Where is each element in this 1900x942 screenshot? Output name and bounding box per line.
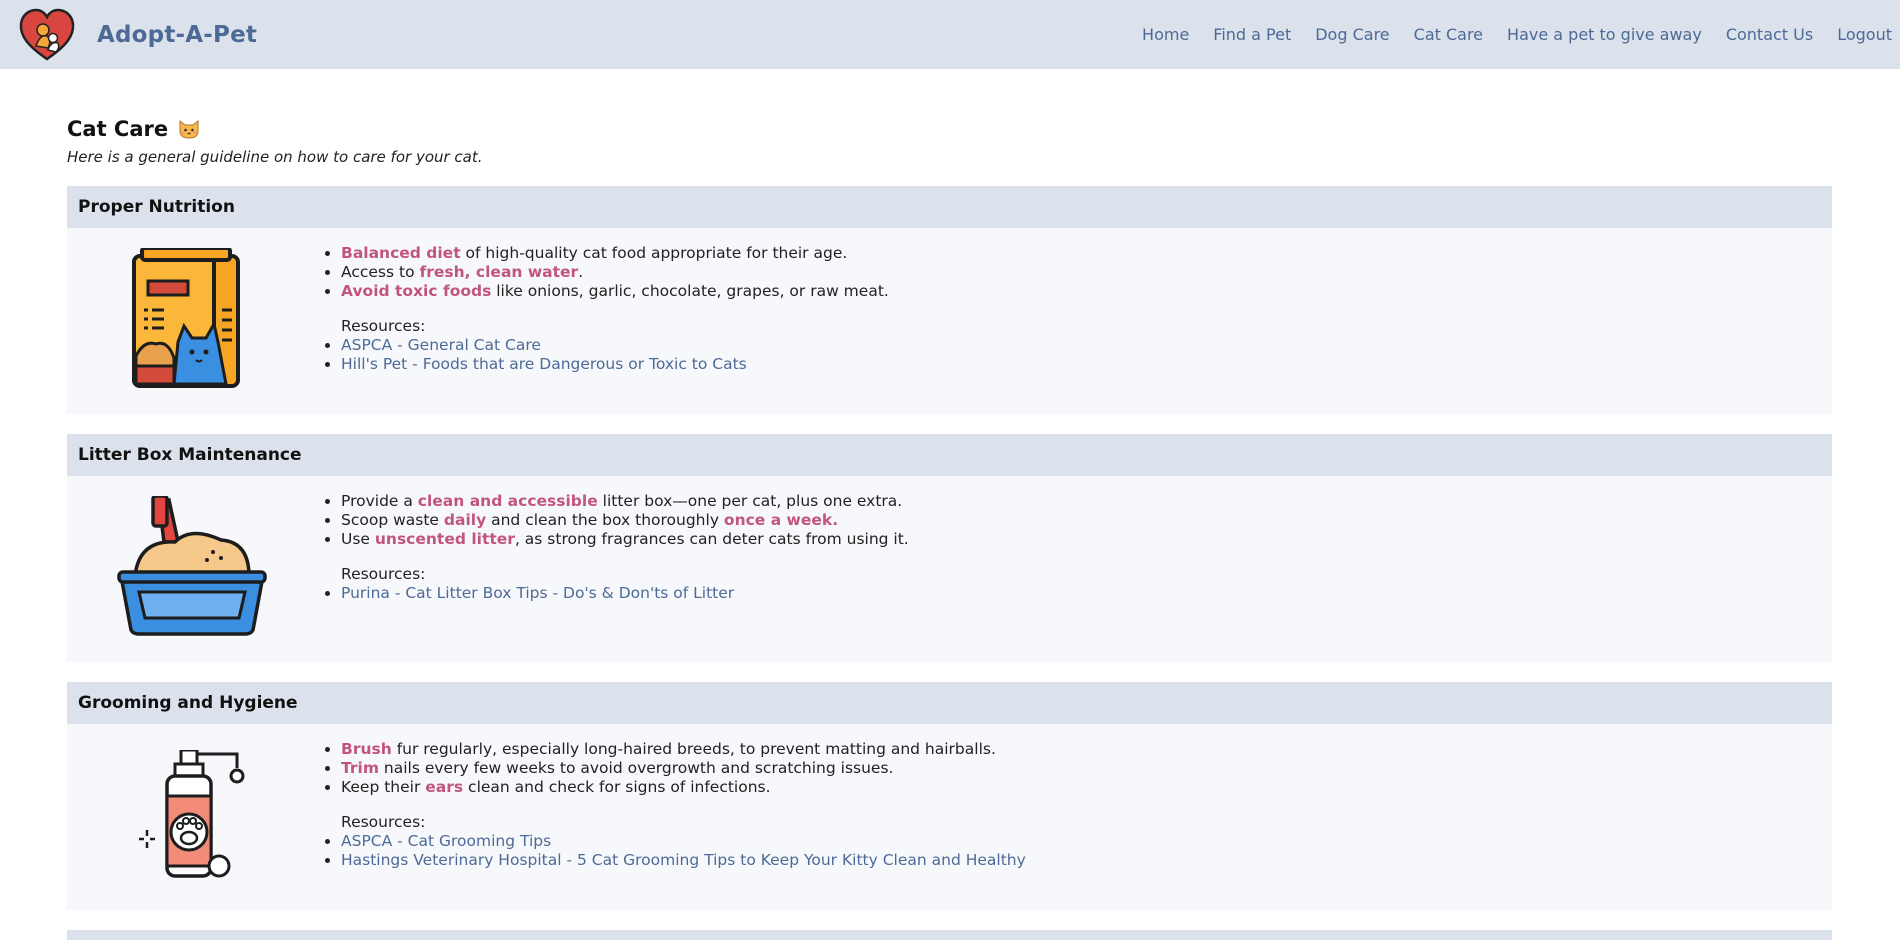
list-item: Avoid toxic foods like onions, garlic, c… (341, 282, 889, 301)
resource-link[interactable]: Hastings Veterinary Hospital - 5 Cat Gro… (341, 851, 1026, 869)
resource-links: Purina - Cat Litter Box Tips - Do's & Do… (321, 584, 909, 603)
highlight-text: once a week (723, 511, 833, 529)
cat-face-icon (179, 119, 199, 139)
list-item: Balanced diet of high-quality cat food a… (341, 244, 889, 263)
brand-name: Adopt-A-Pet (97, 21, 258, 48)
highlight-text: Avoid toxic foods (341, 282, 492, 300)
section-title: Grooming and Hygiene (67, 682, 1832, 724)
list-item: Keep their ears clean and check for sign… (341, 778, 1026, 797)
tip-text: Use (341, 530, 375, 548)
section-content: Brush fur regularly, especially long-hai… (321, 724, 1026, 910)
tips-list: Brush fur regularly, especially long-hai… (321, 740, 1026, 797)
tip-text: of high-quality cat food appropriate for… (460, 244, 848, 262)
page-subtitle: Here is a general guideline on how to ca… (67, 148, 483, 166)
highlight-text: daily (443, 511, 487, 529)
list-item: Hastings Veterinary Hospital - 5 Cat Gro… (341, 851, 1026, 870)
list-item: Brush fur regularly, especially long-hai… (341, 740, 1026, 759)
litter-box-icon (117, 496, 267, 636)
nav-cat-care[interactable]: Cat Care (1414, 25, 1483, 44)
main-nav: Home Find a Pet Dog Care Cat Care Have a… (1118, 0, 1892, 69)
nav-logout[interactable]: Logout (1837, 25, 1892, 44)
list-item: ASPCA - General Cat Care (341, 336, 889, 355)
section-icon-wrap (67, 228, 321, 414)
nav-give-away[interactable]: Have a pet to give away (1507, 25, 1702, 44)
highlight-text: clean and accessible (417, 492, 598, 510)
section-proper-nutrition: Proper Nutrition • Balanced diet of high… (67, 186, 1832, 414)
list-item: Purina - Cat Litter Box Tips - Do's & Do… (341, 584, 909, 603)
highlight-text: ears (425, 778, 464, 796)
nav-dog-care[interactable]: Dog Care (1315, 25, 1389, 44)
resource-link[interactable]: Purina - Cat Litter Box Tips - Do's & Do… (341, 584, 734, 602)
brand[interactable]: Adopt-A-Pet (18, 6, 257, 64)
highlight-text: unscented litter (374, 530, 515, 548)
section-title: Litter Box Maintenance (67, 434, 1832, 476)
tips-list: Balanced diet of high-quality cat food a… (321, 244, 889, 301)
page-title-text: Cat Care (67, 117, 169, 141)
tip-text: litter box—one per cat, plus one extra. (597, 492, 903, 510)
section-title: Proper Nutrition (67, 186, 1832, 228)
resources-label: Resources: (341, 317, 426, 335)
tip-text: like onions, garlic, chocolate, grapes, … (491, 282, 889, 300)
main-content: Cat Care Here is a general guideline on … (0, 69, 1900, 940)
list-item: Provide a clean and accessible litter bo… (341, 492, 909, 511)
section-content: Balanced diet of high-quality cat food a… (321, 228, 889, 414)
navbar: Adopt-A-Pet Home Find a Pet Dog Care Cat… (0, 0, 1900, 69)
section-litter-box: Litter Box Maintenance Provide a clean a… (67, 434, 1832, 662)
pet-shampoo-icon (139, 750, 245, 878)
tip-text: Provide a (341, 492, 418, 510)
nav-home[interactable]: Home (1142, 25, 1189, 44)
tip-text: . (832, 511, 839, 529)
section-content: Provide a clean and accessible litter bo… (321, 476, 909, 662)
tip-text: . (578, 263, 584, 281)
highlight-text: Balanced diet (341, 244, 461, 262)
tips-list: Provide a clean and accessible litter bo… (321, 492, 909, 549)
next-section-header (67, 930, 1832, 940)
list-item: ASPCA - Cat Grooming Tips (341, 832, 1026, 851)
tip-text: Access to (341, 263, 420, 281)
resource-link[interactable]: ASPCA - General Cat Care (341, 336, 541, 354)
resource-link[interactable]: ASPCA - Cat Grooming Tips (341, 832, 551, 850)
resources-label: Resources: (341, 565, 426, 583)
cat-food-bag-icon (132, 248, 240, 388)
section-grooming: Grooming and Hygiene • Brush fur regular… (67, 682, 1832, 910)
tip-text: Keep their (341, 778, 426, 796)
list-item: Trim nails every few weeks to avoid over… (341, 759, 1026, 778)
tip-text: fur regularly, especially long-haired br… (391, 740, 996, 758)
list-item: Access to fresh, clean water. (341, 263, 889, 282)
page-title: Cat Care (67, 114, 1832, 144)
tip-text: , as strong fragrances can deter cats fr… (514, 530, 909, 548)
tip-text: Scoop waste (341, 511, 444, 529)
highlight-text: fresh, clean water (419, 263, 579, 281)
resource-link[interactable]: Hill's Pet - Foods that are Dangerous or… (341, 355, 747, 373)
resources-label: Resources: (341, 813, 426, 831)
list-item: Use unscented litter, as strong fragranc… (341, 530, 909, 549)
tip-text: nails every few weeks to avoid overgrowt… (378, 759, 894, 777)
section-icon-wrap (67, 724, 321, 910)
list-item: Hill's Pet - Foods that are Dangerous or… (341, 355, 889, 374)
heart-pet-logo-icon (19, 8, 75, 61)
resource-links: ASPCA - Cat Grooming Tips Hastings Veter… (321, 832, 1026, 870)
tip-text: clean and check for signs of infections. (463, 778, 771, 796)
nav-contact-us[interactable]: Contact Us (1726, 25, 1813, 44)
section-icon-wrap (67, 476, 321, 662)
highlight-text: Brush (341, 740, 392, 758)
resource-links: ASPCA - General Cat Care Hill's Pet - Fo… (321, 336, 889, 374)
list-item: Scoop waste daily and clean the box thor… (341, 511, 909, 530)
nav-find-a-pet[interactable]: Find a Pet (1213, 25, 1291, 44)
tip-text: and clean the box thoroughly (486, 511, 724, 529)
highlight-text: Trim (341, 759, 379, 777)
